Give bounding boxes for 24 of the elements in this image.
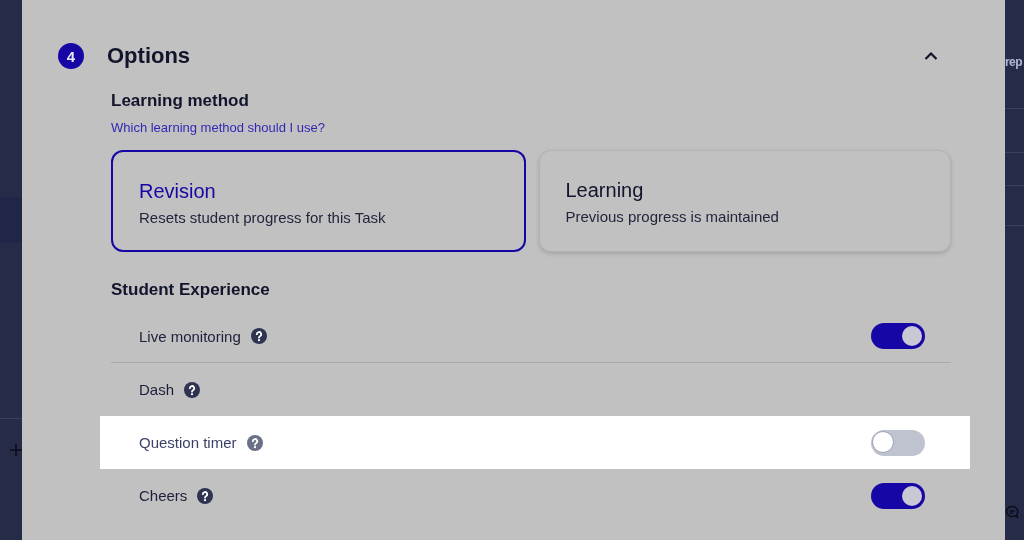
option-description: Resets student progress for this Task	[139, 209, 387, 226]
help-icon[interactable]	[250, 328, 267, 344]
option-title: Revision	[139, 180, 217, 203]
background-text: rep	[1005, 54, 1022, 70]
option-card[interactable]: Revision Resets student progress for this Task	[111, 150, 526, 252]
setting-label: Question timer	[139, 434, 237, 451]
option-description: Previous progress is maintained	[565, 208, 780, 225]
plus-icon[interactable]	[9, 443, 23, 457]
toggle-switch[interactable]	[871, 482, 925, 509]
help-link[interactable]: Which learning method should I use?	[111, 120, 325, 135]
setting-label: Cheers	[139, 487, 188, 504]
option-title: Learning	[565, 179, 645, 202]
setting-label: Live monitoring	[139, 327, 241, 345]
toggle-switch[interactable]	[871, 429, 925, 456]
toggle-switch[interactable]	[871, 323, 925, 349]
subsection-title: Learning method	[111, 91, 250, 111]
help-icon[interactable]	[197, 487, 214, 504]
setting-label: Dash	[139, 381, 175, 398]
section-title: Options	[107, 43, 191, 69]
option-card[interactable]: Learning Previous progress is maintained	[538, 150, 951, 252]
help-icon[interactable]	[184, 381, 201, 398]
subsection-title: Student Experience	[111, 280, 271, 300]
chevron-icon[interactable]	[924, 51, 938, 61]
step-badge: 4	[58, 43, 84, 69]
